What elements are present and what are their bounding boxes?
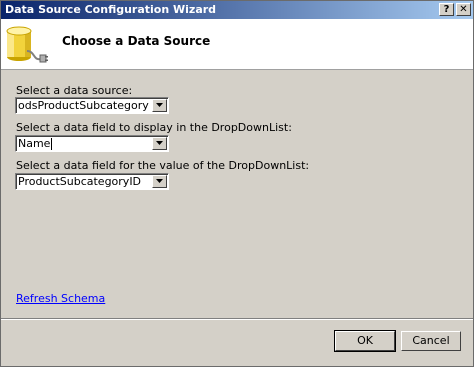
value-field-label: Select a data field for the value of the… [16,159,310,172]
window-title: Data Source Configuration Wizard [5,3,217,16]
close-button[interactable]: ✕ [456,3,471,16]
data-source-dropdown[interactable]: odsProductSubcategory [15,97,169,114]
wizard-header: Choose a Data Source [1,19,473,70]
chevron-down-icon[interactable] [152,137,167,150]
ok-button[interactable]: OK [334,330,396,352]
help-button[interactable]: ? [439,3,454,16]
data-source-label: Select a data source: [16,84,133,97]
footer-divider [1,318,473,320]
cancel-button[interactable]: Cancel [401,331,461,351]
page-title: Choose a Data Source [62,34,211,48]
chevron-down-icon[interactable] [152,99,167,112]
database-icon [3,21,49,67]
display-field-dropdown[interactable]: Name [15,135,169,152]
wizard-window: Data Source Configuration Wizard ? ✕ Cho… [0,0,474,367]
display-field-label: Select a data field to display in the Dr… [16,121,292,134]
title-bar[interactable]: Data Source Configuration Wizard ? ✕ [1,1,473,19]
value-field-value: ProductSubcategoryID [18,175,142,188]
refresh-schema-link[interactable]: Refresh Schema [16,292,105,305]
display-field-text: Name [18,137,51,150]
chevron-down-icon[interactable] [152,175,167,188]
text-caret [51,138,53,150]
display-field-value: Name [18,137,150,150]
data-source-value: odsProductSubcategory [18,99,149,112]
value-field-dropdown[interactable]: ProductSubcategoryID [15,173,169,190]
